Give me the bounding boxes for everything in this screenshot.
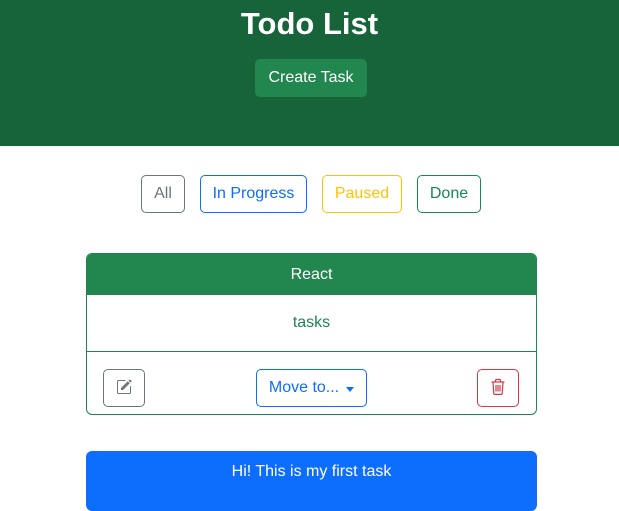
create-task-button[interactable]: Create Task [255,59,367,97]
task-card-title: Hi! This is my first task [231,462,392,480]
edit-task-button[interactable] [103,369,145,407]
task-card-description: tasks [87,295,536,352]
pencil-square-icon [116,378,132,398]
page-title: Todo List [240,6,379,41]
move-to-label: Move to... [268,379,340,396]
task-card-title: React [87,254,536,295]
move-to-dropdown[interactable]: Move to... [256,369,367,407]
trash-icon [490,378,506,399]
filter-done-button[interactable]: Done [417,175,481,213]
filter-paused-button[interactable]: Paused [322,175,402,213]
delete-task-button[interactable] [477,369,519,407]
filter-in-progress-button[interactable]: In Progress [200,175,307,213]
caret-down-icon [346,386,355,392]
filter-all-button[interactable]: All [141,175,185,213]
task-card: React tasks Move to... [86,253,537,415]
page-header: Todo List Create Task [0,0,619,146]
task-card: Hi! This is my first task [86,451,537,511]
